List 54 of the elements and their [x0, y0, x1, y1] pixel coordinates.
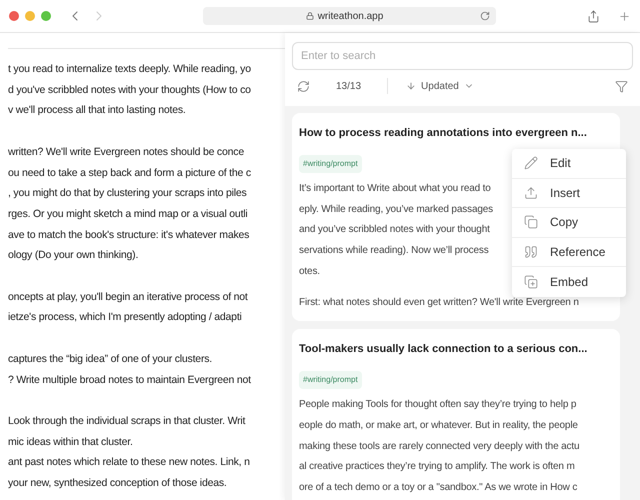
document-text-line: your new, synthesized conception of those ideas.	[8, 476, 228, 491]
note-text-line: and you’ve scribbled notes with your thought	[299, 223, 490, 238]
document-text-line: ant past notes which relate to these new notes. Link, n	[8, 455, 251, 470]
note-text-line: It’s important to Write about what you read to	[299, 182, 491, 196]
menu-item[interactable]: Reference	[512, 238, 626, 267]
address-bar[interactable]: writeathon.app	[203, 7, 496, 25]
menu-item[interactable]: Embed	[512, 267, 626, 296]
document-text-line: mic ideas within that cluster.	[8, 434, 134, 450]
document-text-line: t you read to internalize texts deeply. While reading, yo	[8, 62, 252, 77]
document-text-line: written? We'll write Evergreen notes should be conce	[8, 144, 245, 160]
note-text-line: eply. While reading, you’ve marked passages	[299, 202, 494, 217]
menu-item[interactable]: Copy	[512, 208, 626, 238]
document-text-line: ? Write multiple broad notes to maintain Evergreen not	[8, 372, 252, 388]
url-text: writeathon.app	[318, 10, 384, 24]
menu-item[interactable]: Insert	[512, 178, 626, 208]
document-text-line: v we'll process all that into lasting notes.	[8, 103, 187, 118]
refresh-icon[interactable]	[297, 80, 310, 92]
search-field[interactable]: Enter to search	[292, 42, 633, 70]
document-text-line: oncepts at play, you'll begin an iterative process of not	[8, 290, 249, 305]
filter-icon[interactable]	[615, 80, 628, 92]
note-text-line: First: what notes should even get written? We'll write Evergreen n	[299, 296, 579, 310]
new-tab-icon[interactable]	[618, 10, 631, 22]
note-text-line: making these tools are rarely connected very deeply with the actu	[299, 440, 580, 454]
document-text-line: captures the “big idea” of one of your clusters.	[8, 352, 214, 367]
document-text-line: d you've scribbled notes with your thoughts (How to co	[8, 82, 252, 98]
document-text-line: , you might do that by clustering your scraps into piles	[8, 186, 248, 202]
document-text-line: ology (Do your own thinking).	[8, 248, 140, 264]
sort-button[interactable]: Updated	[406, 78, 474, 94]
note-text-line: ore of a tech demo or a toy or a "sandbox." As we wrote in How c	[299, 481, 578, 496]
share-icon[interactable]	[587, 10, 600, 22]
copy-icon	[524, 215, 538, 230]
note-text-line: otes.	[299, 264, 320, 279]
lock-icon	[306, 12, 314, 20]
document-text-line: ou need to take a step back and form a picture of the c	[8, 166, 252, 180]
menu-item[interactable]: Edit	[512, 149, 626, 178]
note-count: 13/13	[336, 80, 362, 94]
document-text-line: ietze's process, which I'm presently adopting / adapti	[8, 310, 243, 326]
note-title: Tool-makers usually lack connection to a serious con...	[299, 342, 588, 358]
note-text-line: servations while reading). Now we’ll process	[299, 244, 489, 258]
note-text-line: People making Tools for thought often say they’re trying to help p	[299, 398, 576, 412]
arrow-down-icon	[406, 81, 416, 91]
pencil-icon	[524, 156, 538, 170]
document-text-line: rges. Or you might sketch a mind map or a visual outli	[8, 206, 249, 222]
document-text-line: ave to match the book's structure: it's whatever makes	[8, 228, 250, 243]
upload-icon	[524, 186, 538, 200]
note-title: How to process reading annotations into evergreen n...	[299, 126, 588, 141]
tag[interactable]: #writing/prompt	[299, 155, 362, 173]
quote-icon	[524, 244, 538, 259]
reload-icon[interactable]	[480, 11, 490, 21]
tag[interactable]: #writing/prompt	[299, 371, 362, 390]
document-text-line: Look through the individual scraps in that cluster. Writ	[8, 414, 246, 429]
note-text-line: al creative practices they’re trying to amplify. The work is often m	[299, 460, 575, 474]
note-text-line: eople do math, or make art, or whatever. But in reality, the people	[299, 418, 578, 433]
embed-icon	[524, 274, 538, 289]
